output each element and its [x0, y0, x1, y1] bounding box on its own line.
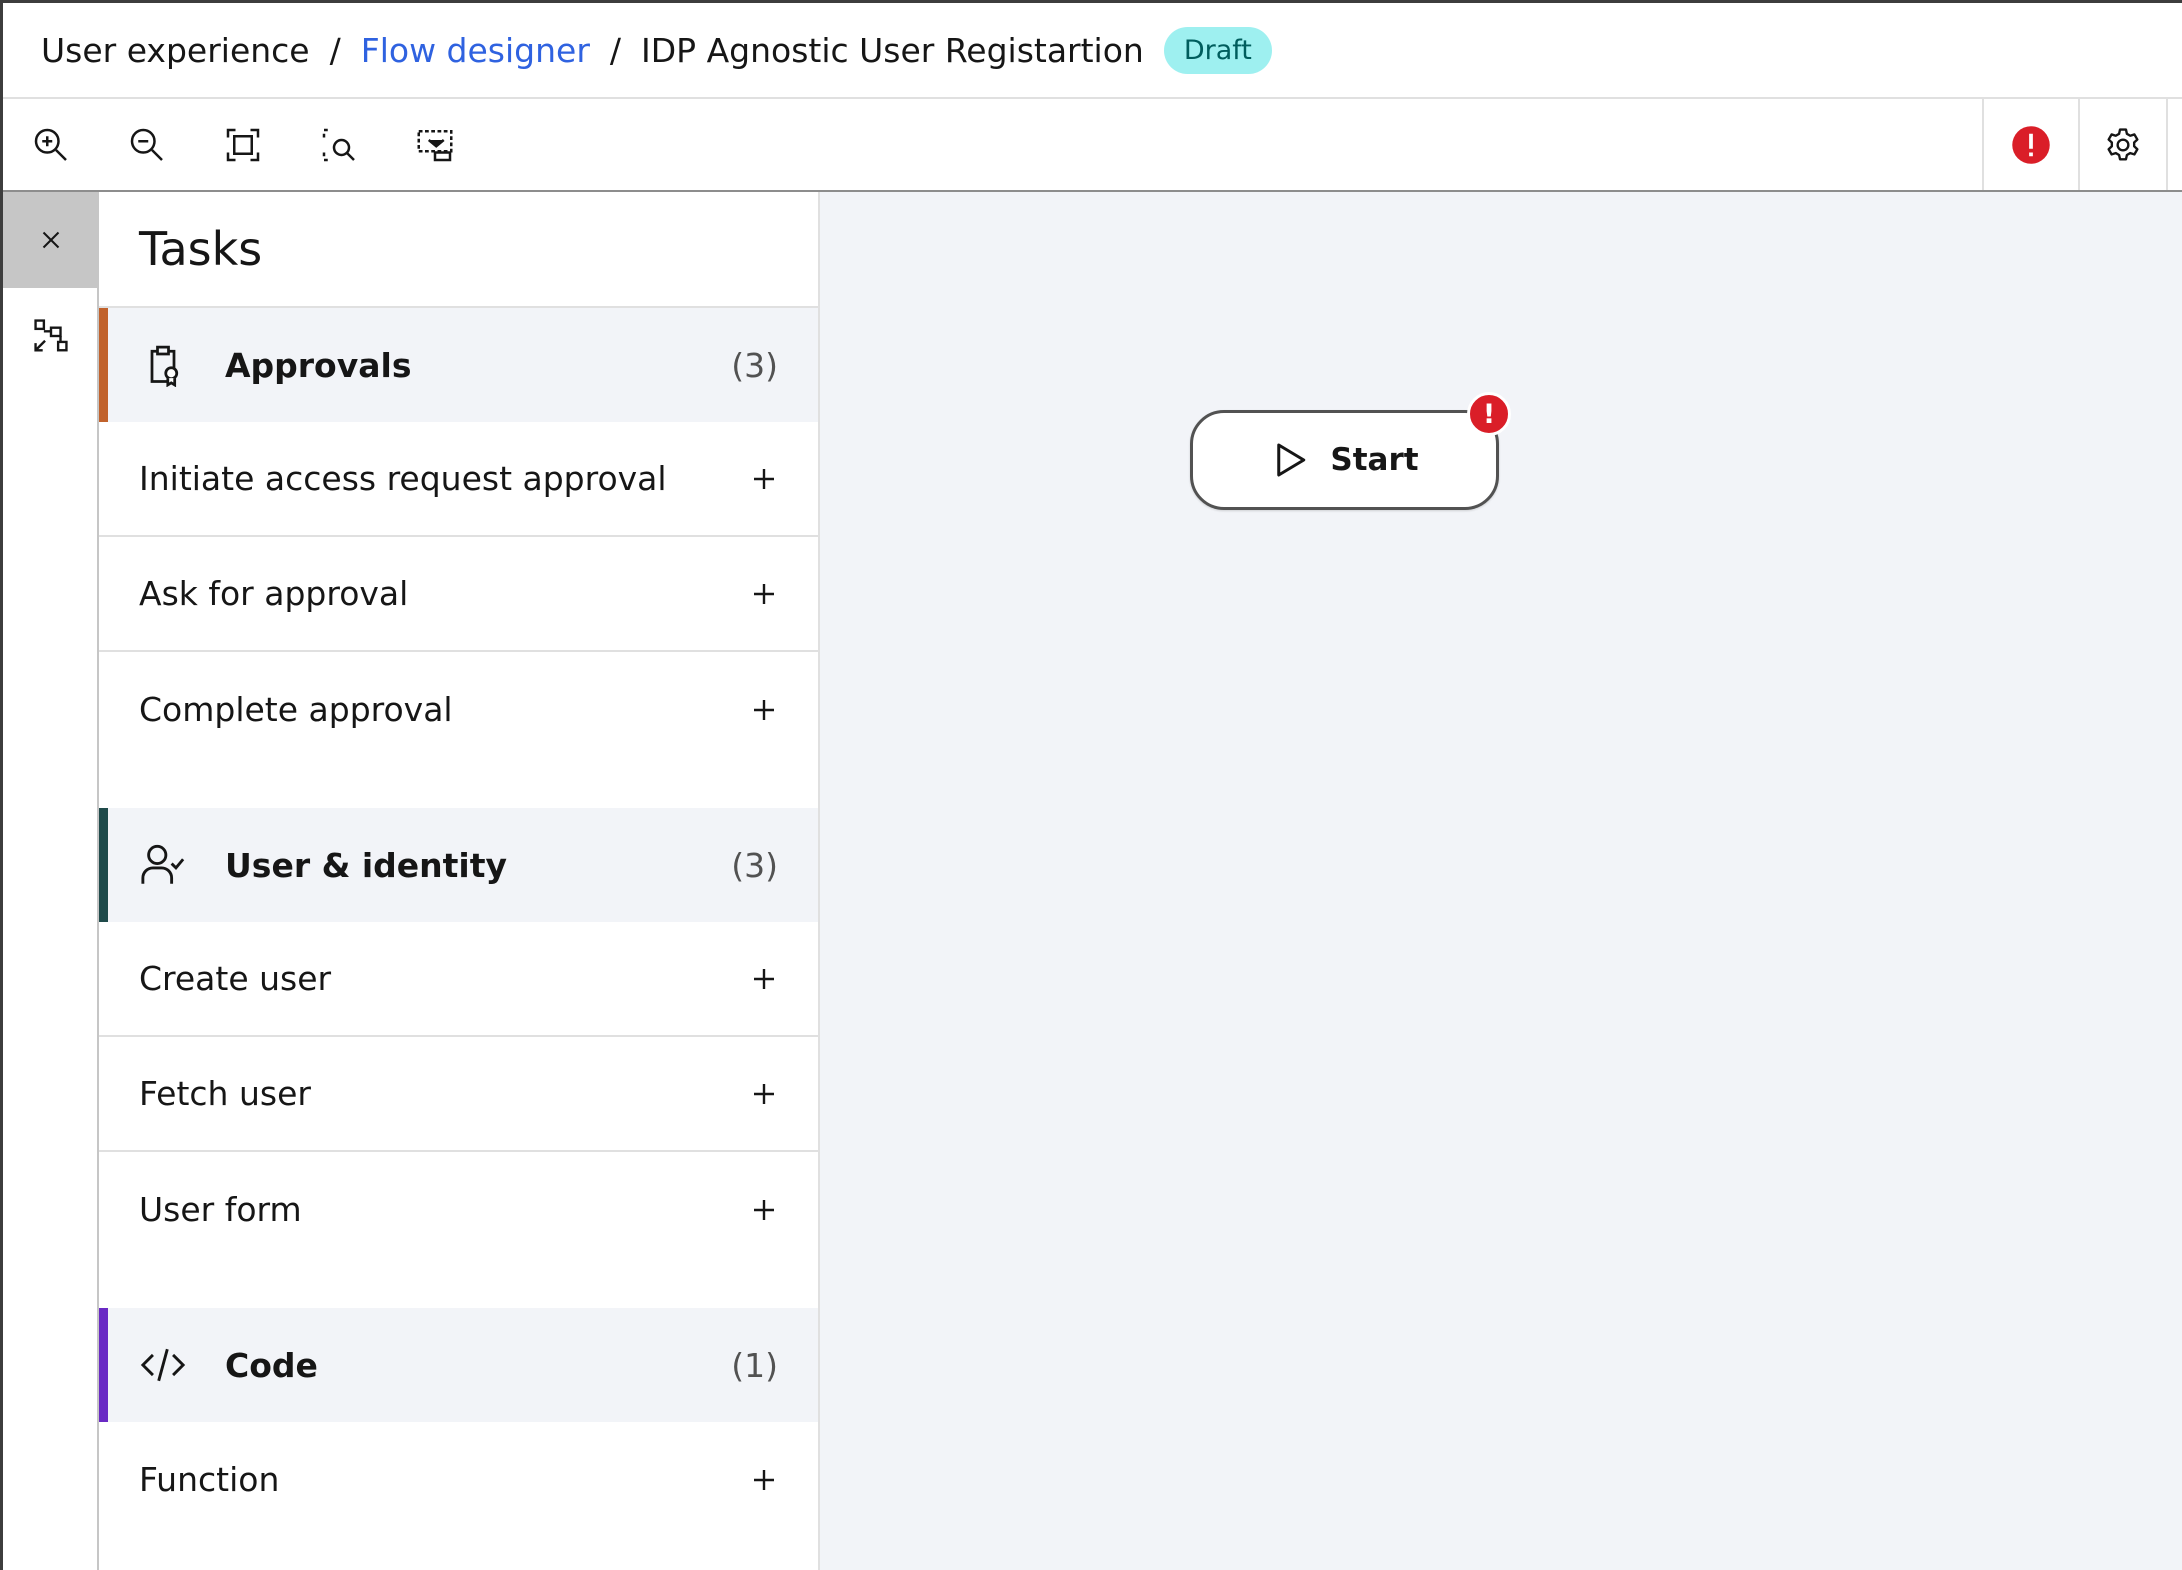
task-label: Ask for approval [139, 574, 409, 613]
settings-button[interactable] [2078, 99, 2168, 190]
task-item[interactable]: Complete approval [99, 652, 818, 767]
task-label: Create user [139, 959, 332, 998]
panel-title: Tasks [99, 192, 818, 308]
task-item[interactable]: Initiate access request approval [99, 422, 818, 537]
category-label: Approvals [225, 345, 412, 385]
category-label: User & identity [225, 845, 508, 885]
category-count: (3) [731, 845, 778, 885]
error-indicator-button[interactable] [1982, 99, 2078, 190]
category-spacer [99, 1267, 818, 1308]
error-indicator-icon [2012, 125, 2050, 164]
category-count: (1) [731, 1345, 778, 1385]
status-badge: Draft [1163, 26, 1272, 74]
add-icon[interactable] [752, 467, 776, 491]
settings-icon [2107, 127, 2139, 160]
code-icon [139, 1341, 187, 1389]
task-item[interactable]: Ask for approval [99, 537, 818, 652]
category-code[interactable]: Code (1) [99, 1308, 818, 1422]
task-label: Function [139, 1460, 280, 1499]
breadcrumb-separator: / [329, 30, 341, 70]
breadcrumb: User experience / Flow designer / IDP Ag… [3, 3, 2182, 99]
task-label: Initiate access request approval [139, 459, 667, 498]
start-node-label: Start [1330, 442, 1419, 478]
clipboard-badge-icon [139, 341, 187, 389]
breadcrumb-user-experience[interactable]: User experience [41, 31, 310, 70]
user-check-icon [139, 841, 187, 889]
fit-to-screen-icon [226, 128, 260, 161]
task-item[interactable]: Fetch user [99, 1037, 818, 1152]
category-count: (3) [731, 345, 778, 385]
add-icon[interactable] [752, 1198, 776, 1222]
error-mark: ! [1482, 398, 1496, 430]
close-icon [42, 231, 60, 249]
category-approvals[interactable]: Approvals (3) [99, 308, 818, 422]
minimap-button[interactable] [387, 99, 483, 190]
zoom-in-icon [34, 128, 67, 161]
start-node[interactable]: Start [1190, 410, 1499, 510]
task-item[interactable]: Function [99, 1422, 818, 1537]
task-item[interactable]: Create user [99, 922, 818, 1037]
fit-to-screen-button[interactable] [195, 99, 291, 190]
zoom-area-button[interactable] [291, 99, 387, 190]
close-panel-button[interactable] [3, 192, 99, 288]
zoom-out-button[interactable] [99, 99, 195, 190]
minimap-icon [417, 129, 453, 161]
category-spacer [99, 767, 818, 808]
flow-tree-icon [34, 319, 68, 352]
zoom-out-icon [130, 128, 163, 161]
add-icon[interactable] [752, 698, 776, 722]
toolbar [3, 99, 2182, 192]
tasks-panel: Tasks Approvals (3) Initiate access requ… [99, 192, 820, 1570]
task-label: Fetch user [139, 1074, 311, 1113]
play-icon [1277, 443, 1306, 477]
flow-tree-button[interactable] [3, 288, 99, 384]
flow-canvas[interactable]: Start ! [820, 192, 2182, 1570]
error-icon[interactable]: ! [1467, 392, 1511, 436]
breadcrumb-separator: / [609, 30, 622, 70]
add-icon[interactable] [752, 582, 776, 606]
zoom-in-button[interactable] [3, 99, 99, 190]
add-icon[interactable] [752, 967, 776, 991]
breadcrumb-flow-designer-link[interactable]: Flow designer [361, 31, 590, 70]
task-item[interactable]: User form [99, 1152, 818, 1267]
zoom-area-icon [322, 128, 355, 161]
task-label: User form [139, 1190, 302, 1229]
add-icon[interactable] [752, 1468, 776, 1492]
add-icon[interactable] [752, 1082, 776, 1106]
task-label: Complete approval [139, 690, 453, 729]
page-title: IDP Agnostic User Registartion [641, 30, 1144, 70]
category-label: Code [225, 1345, 318, 1385]
left-rail [3, 192, 99, 1570]
category-user-identity[interactable]: User & identity (3) [99, 808, 818, 922]
